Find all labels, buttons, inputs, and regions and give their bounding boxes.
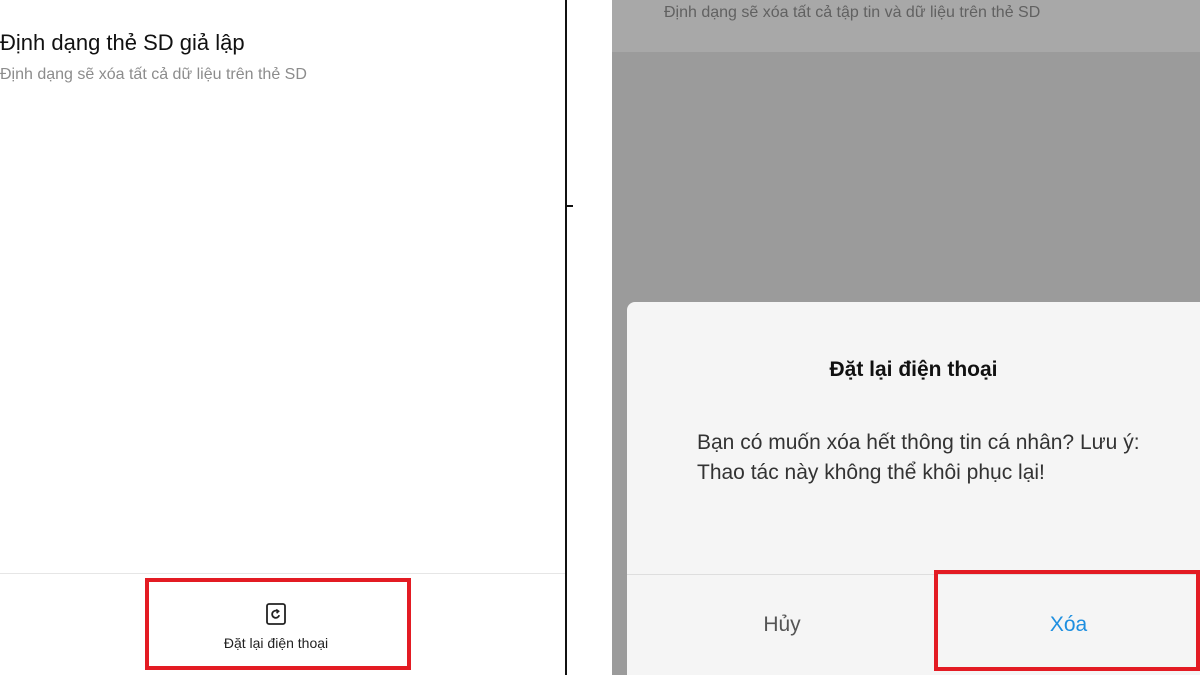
reset-phone-label: Đặt lại điện thoại — [223, 635, 329, 651]
dialog-message: Bạn có muốn xóa hết thông tin cá nhân? L… — [697, 431, 1140, 484]
dialog-title: Đặt lại điện thoại — [829, 358, 998, 381]
dimmed-format-sd-subtitle: Định dạng sẽ xóa tất cả tập tin và dữ li… — [664, 4, 1041, 21]
format-sd-setting-subtitle: Định dạng sẽ xóa tất cả dữ liệu trên thẻ… — [0, 66, 307, 83]
reset-phone-button[interactable]: Đặt lại điện thoại — [150, 582, 402, 662]
left-settings-screen: Định dạng thẻ SD giả lập Định dạng sẽ xó… — [0, 0, 566, 675]
format-sd-setting-title[interactable]: Định dạng thẻ SD giả lập — [0, 30, 245, 56]
cancel-button[interactable]: Hủy — [627, 575, 937, 675]
panel-separator-notch — [566, 205, 573, 207]
right-dialog-screen: Định dạng sẽ xóa tất cả tập tin và dữ li… — [612, 0, 1200, 675]
reset-phone-dialog: Đặt lại điện thoại Bạn có muốn xóa hết t… — [627, 302, 1200, 675]
panel-separator-line — [565, 0, 567, 675]
delete-confirm-button[interactable]: Xóa — [937, 575, 1200, 675]
dimmed-setting-strip: Định dạng sẽ xóa tất cả tập tin và dữ li… — [612, 0, 1200, 52]
reset-phone-icon — [266, 603, 286, 625]
bottom-bar-divider — [0, 573, 566, 574]
